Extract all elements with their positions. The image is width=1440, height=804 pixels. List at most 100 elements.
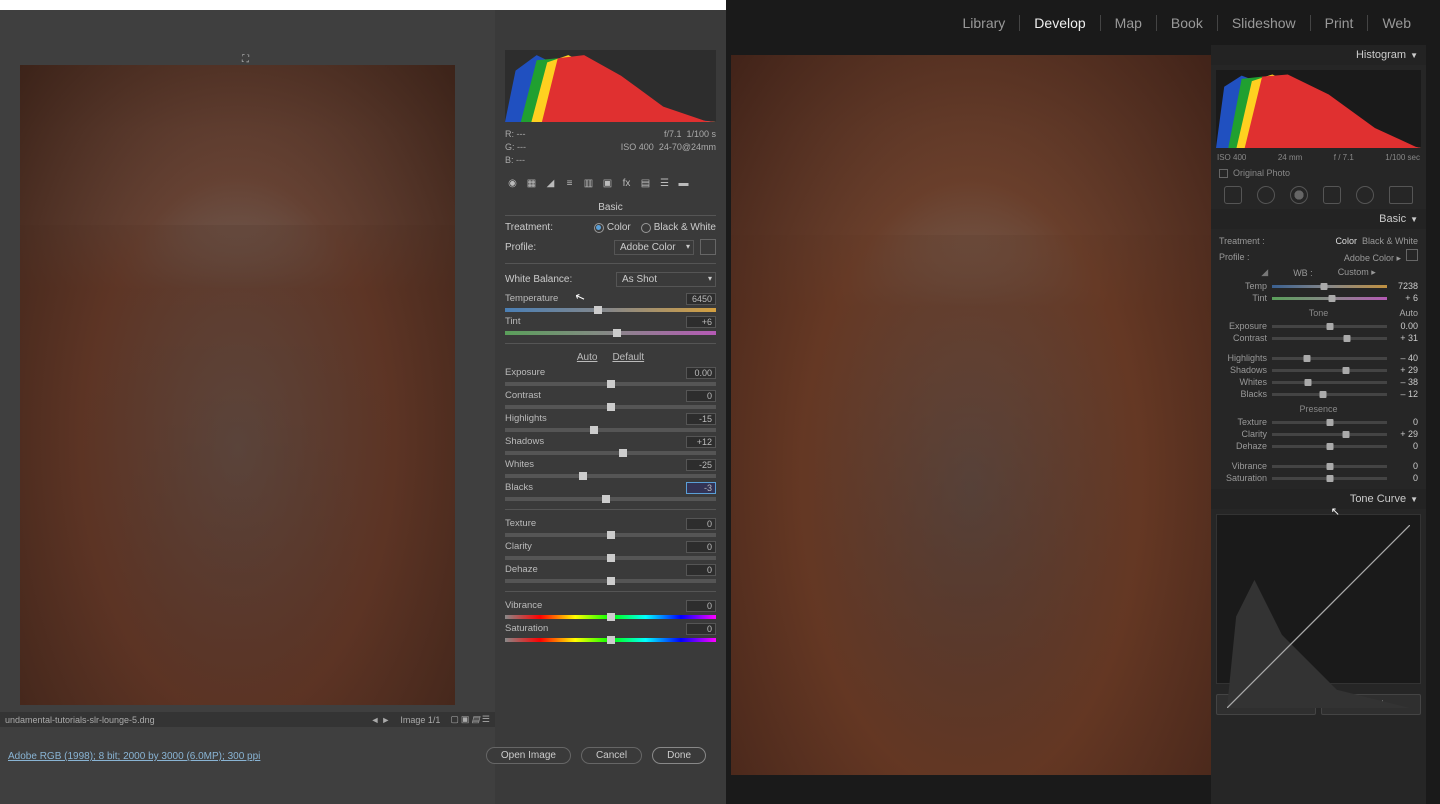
zoom-icon[interactable]: ▣ [461, 714, 470, 725]
shadows-value[interactable]: +12 [686, 436, 716, 448]
acr-preview-image[interactable] [20, 65, 455, 705]
open-image-button[interactable]: Open Image [486, 747, 571, 764]
lr-shadows-slider[interactable] [1272, 369, 1387, 372]
lr-profile-dropdown[interactable]: Adobe Color [1344, 253, 1394, 263]
exposure-value[interactable]: 0.00 [686, 367, 716, 379]
prev-image-icon[interactable]: ◄ [371, 715, 380, 725]
lr-contrast-slider[interactable] [1272, 337, 1387, 340]
vibrance-slider[interactable] [505, 615, 716, 619]
nav-slideshow[interactable]: Slideshow [1218, 15, 1311, 31]
lr-color-btn[interactable]: Color [1335, 236, 1357, 246]
curve-icon[interactable]: ▦ [524, 176, 539, 191]
settings-icon[interactable]: ☰ [482, 714, 490, 725]
temp-value[interactable]: 6450 [686, 293, 716, 305]
basic-section-header[interactable]: Basic▼ [1211, 209, 1426, 229]
tint-slider[interactable] [505, 331, 716, 335]
lr-contrast-value[interactable]: + 31 [1392, 333, 1418, 343]
lr-texture-slider[interactable] [1272, 421, 1387, 424]
lr-temp-value[interactable]: 7238 [1392, 281, 1418, 291]
detail-icon[interactable]: ◢ [543, 176, 558, 191]
lr-wb-dropdown[interactable]: Custom ▸ [1338, 267, 1376, 278]
snapshot-icon[interactable]: ▬ [676, 176, 691, 191]
nav-web[interactable]: Web [1368, 15, 1425, 31]
saturation-slider[interactable] [505, 638, 716, 642]
whites-slider[interactable] [505, 474, 716, 478]
tone-curve[interactable] [1216, 514, 1421, 684]
lr-tint-value[interactable]: + 6 [1392, 293, 1418, 303]
saturation-value[interactable]: 0 [686, 623, 716, 635]
lens-icon[interactable]: ▣ [600, 176, 615, 191]
split-icon[interactable]: ▥ [581, 176, 596, 191]
lr-blacks-slider[interactable] [1272, 393, 1387, 396]
brush-icon[interactable] [1389, 186, 1413, 204]
tonecurve-header[interactable]: Tone Curve▼ [1211, 489, 1426, 509]
lr-shadows-value[interactable]: + 29 [1392, 365, 1418, 375]
mark-icon[interactable]: ▤ [471, 714, 480, 725]
profile-dropdown[interactable]: Adobe Color [614, 240, 694, 255]
redeye-icon[interactable] [1290, 186, 1308, 204]
lr-temp-slider[interactable] [1272, 285, 1387, 288]
texture-value[interactable]: 0 [686, 518, 716, 530]
lr-dehaze-value[interactable]: 0 [1392, 441, 1418, 451]
default-link[interactable]: Default [612, 352, 644, 363]
nav-print[interactable]: Print [1311, 15, 1369, 31]
lr-histogram[interactable] [1216, 70, 1421, 148]
fullscreen-icon[interactable]: ⛶ [242, 54, 249, 65]
lr-vibrance-value[interactable]: 0 [1392, 461, 1418, 471]
original-photo-checkbox[interactable]: Original Photo [1211, 165, 1426, 181]
done-button[interactable]: Done [652, 747, 706, 764]
temp-slider[interactable] [505, 308, 716, 312]
clarity-slider[interactable] [505, 556, 716, 560]
mixer-icon[interactable]: ≡ [562, 176, 577, 191]
whites-value[interactable]: -25 [686, 459, 716, 471]
lr-saturation-slider[interactable] [1272, 477, 1387, 480]
eyedropper-icon[interactable]: ◢ [1261, 267, 1268, 278]
lr-preview-image[interactable] [731, 55, 1211, 775]
workflow-link[interactable]: Adobe RGB (1998); 8 bit; 2000 by 3000 (6… [8, 751, 260, 762]
histogram-header[interactable]: Histogram▼ [1211, 45, 1426, 65]
dehaze-value[interactable]: 0 [686, 564, 716, 576]
cancel-button[interactable]: Cancel [581, 747, 642, 764]
highlights-slider[interactable] [505, 428, 716, 432]
next-image-icon[interactable]: ► [381, 715, 390, 725]
calib-icon[interactable]: ▤ [638, 176, 653, 191]
edit-icon[interactable]: ◉ [505, 176, 520, 191]
lr-whites-value[interactable]: – 38 [1392, 377, 1418, 387]
blacks-value[interactable]: -3 [686, 482, 716, 494]
rating-icon[interactable]: ▢ [450, 714, 459, 725]
shadows-slider[interactable] [505, 451, 716, 455]
blacks-slider[interactable] [505, 497, 716, 501]
profile-browser-icon[interactable] [700, 239, 716, 255]
lr-blacks-value[interactable]: – 12 [1392, 389, 1418, 399]
lr-highlights-value[interactable]: – 40 [1392, 353, 1418, 363]
texture-slider[interactable] [505, 533, 716, 537]
lr-clarity-slider[interactable] [1272, 433, 1387, 436]
acr-histogram[interactable] [505, 50, 716, 122]
lr-texture-value[interactable]: 0 [1392, 417, 1418, 427]
preset-icon[interactable]: ☰ [657, 176, 672, 191]
tint-value[interactable]: +6 [686, 316, 716, 328]
contrast-value[interactable]: 0 [686, 390, 716, 402]
lr-auto-btn[interactable]: Auto [1399, 308, 1418, 318]
nav-book[interactable]: Book [1157, 15, 1218, 31]
lr-clarity-value[interactable]: + 29 [1392, 429, 1418, 439]
nav-library[interactable]: Library [949, 15, 1021, 31]
wb-dropdown[interactable]: As Shot [616, 272, 716, 287]
lr-whites-slider[interactable] [1272, 381, 1387, 384]
exposure-slider[interactable] [505, 382, 716, 386]
gradient-icon[interactable] [1323, 186, 1341, 204]
treatment-color-radio[interactable]: Color [594, 222, 631, 233]
lr-dehaze-slider[interactable] [1272, 445, 1387, 448]
nav-map[interactable]: Map [1101, 15, 1157, 31]
contrast-slider[interactable] [505, 405, 716, 409]
lr-exposure-value[interactable]: 0.00 [1392, 321, 1418, 331]
highlights-value[interactable]: -15 [686, 413, 716, 425]
crop-icon[interactable] [1224, 186, 1242, 204]
lr-exposure-slider[interactable] [1272, 325, 1387, 328]
radial-icon[interactable] [1356, 186, 1374, 204]
treatment-bw-radio[interactable]: Black & White [641, 222, 716, 233]
dehaze-slider[interactable] [505, 579, 716, 583]
auto-link[interactable]: Auto [577, 352, 598, 363]
lr-vibrance-slider[interactable] [1272, 465, 1387, 468]
fx-icon[interactable]: fx [619, 176, 634, 191]
